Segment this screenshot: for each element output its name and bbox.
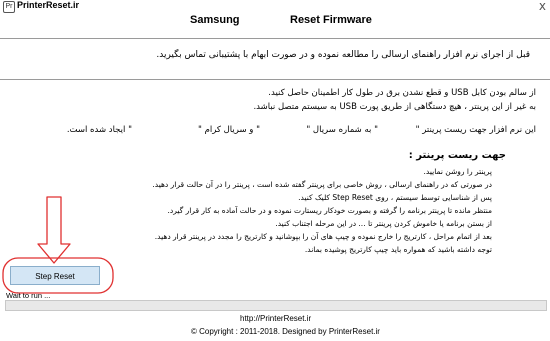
procedure-title: جهت ریست پرینتر : (408, 150, 506, 161)
procedure-step-5: از بستن برنامه یا خاموش کردن پرینتر تا .… (275, 219, 492, 228)
divider (0, 38, 550, 39)
footer-copyright: © Copyright : 2011-2018. Designed by Pri… (191, 327, 380, 336)
warning-text: قبل از اجرای نرم افزار راهنمای ارسالی را… (156, 50, 530, 60)
status-text: Wait to run ... (6, 291, 51, 300)
page-title: Reset Firmware (290, 14, 372, 26)
divider (0, 79, 550, 80)
procedure-step-4: منتظر مانده تا پرینتر برنامه را گرفته و … (167, 206, 492, 215)
serial-notice-part-3: " و سریال کرام " (197, 125, 260, 135)
down-arrow-icon (37, 196, 71, 264)
footer-url-link[interactable]: http://PrinterReset.ir (240, 314, 311, 323)
procedure-step-1: پرینتر را روشن نمایید. (423, 167, 492, 176)
instruction-line-1: از سالم بودن کابل USB و قطع نشدن برق در … (268, 88, 536, 98)
serial-notice-part-2: " به شماره سریال " (306, 125, 378, 135)
procedure-step-6: بعد از اتمام مراحل ، کارتریج را خارج نمو… (154, 232, 492, 241)
step-reset-button[interactable]: Step Reset (10, 266, 100, 285)
serial-notice-part-1: این نرم افزار جهت ریست پرینتر " (415, 125, 536, 135)
window-title: PrinterReset.ir (17, 0, 80, 10)
instruction-line-2: به غیر از این پرینتر ، هیچ دستگاهی از طر… (253, 102, 536, 112)
serial-notice-part-4: " ایجاد شده است. (66, 125, 132, 135)
procedure-step-3: پس از شناسایی توسط سیستم ، روی Step Rese… (298, 193, 492, 202)
procedure-step-2: در صورتی که در راهنمای ارسالی ، روش خاصی… (152, 180, 492, 189)
procedure-step-7: توجه داشته باشید که همواره باید چیپ کارت… (304, 245, 492, 254)
progress-bar (5, 300, 547, 311)
brand-label: Samsung (190, 14, 240, 26)
app-logo-icon: Pr (3, 1, 15, 13)
close-button[interactable]: x (539, 0, 546, 13)
title-bar: Pr PrinterReset.ir x (0, 0, 550, 14)
